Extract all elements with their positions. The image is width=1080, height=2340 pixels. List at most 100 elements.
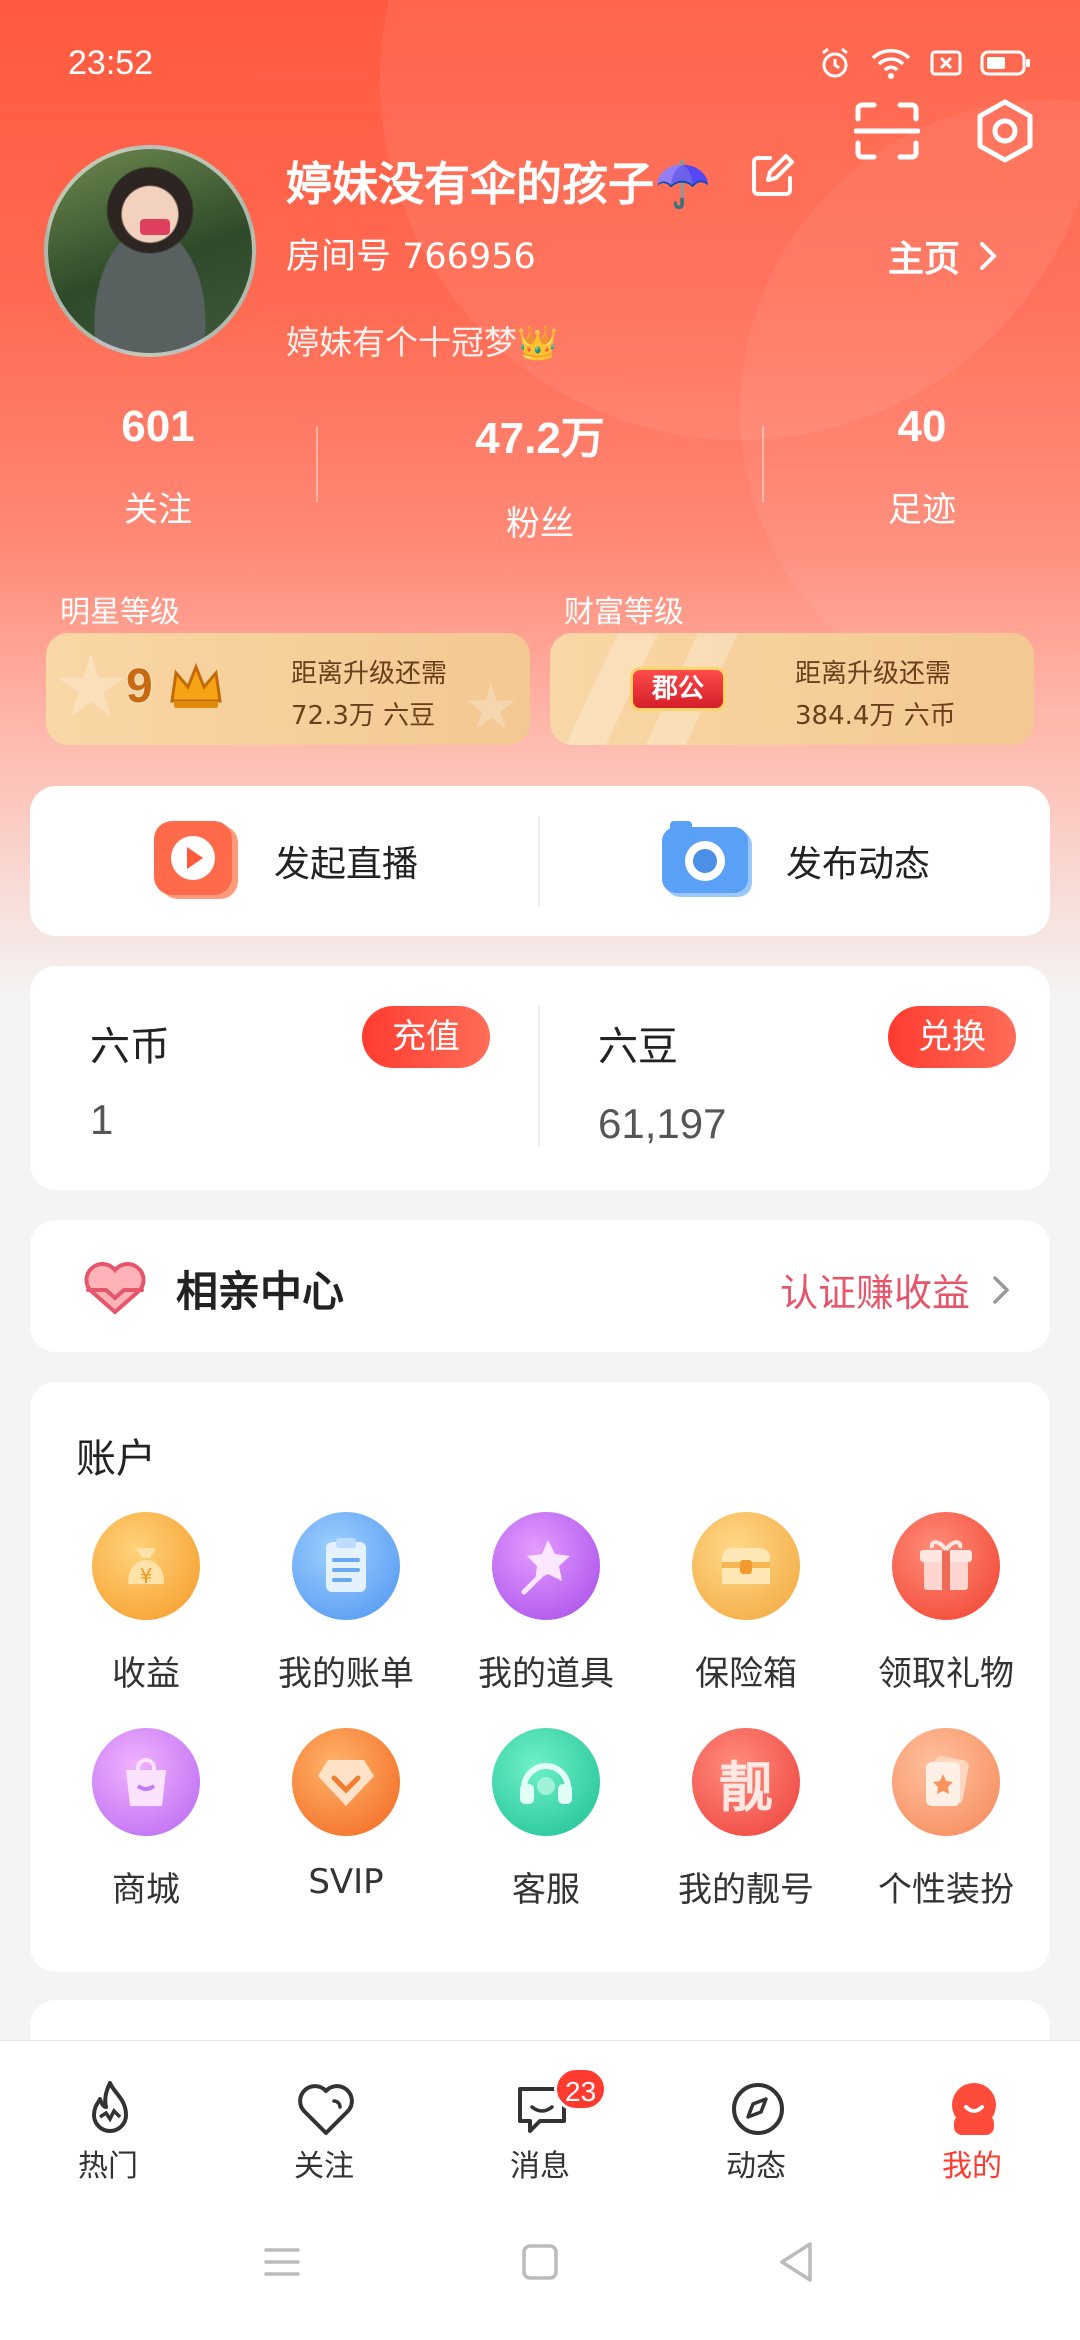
- home-button-icon[interactable]: [510, 2232, 570, 2292]
- sim-icon: [930, 48, 962, 78]
- bottom-tab-bar: 热门 关注 23 消息 动态 我的: [0, 2040, 1080, 2184]
- stat-label: 粉丝: [506, 504, 574, 544]
- profile-stats: 601 关注 47.2万 粉丝 40 足迹: [0, 402, 1080, 545]
- tab-label: 动态: [726, 2149, 786, 2184]
- bill-item[interactable]: 我的账单: [246, 1512, 446, 1712]
- wallet-card: 六币 1 充值 六豆 61,197 兑换: [30, 966, 1050, 1190]
- props-label: 我的道具: [478, 1654, 614, 1694]
- tab-messages[interactable]: 23 消息: [432, 2041, 648, 2184]
- stat-label: 足迹: [888, 490, 956, 530]
- back-button-icon[interactable]: [768, 2232, 828, 2292]
- dating-center-title: 相亲中心: [176, 1267, 345, 1316]
- wealth-level-remaining: 384.4万 六币: [795, 701, 956, 731]
- star-level-label: 明星等级: [60, 595, 180, 630]
- gift-icon: [892, 1512, 1000, 1620]
- system-navigation-bar: [0, 2180, 1080, 2340]
- heart-handshake-icon: [84, 1262, 146, 1315]
- dress-up-icon: [892, 1728, 1000, 1836]
- beans-name: 六豆: [598, 1024, 678, 1070]
- earnings-icon: ¥: [92, 1512, 200, 1620]
- svip-icon: [292, 1728, 400, 1836]
- star-level-remaining: 72.3万 六豆: [291, 701, 436, 731]
- safe-box-label: 保险箱: [695, 1654, 797, 1694]
- compass-icon: [732, 2083, 784, 2135]
- dating-center-action: 认证赚收益: [779, 1271, 970, 1315]
- customer-service-icon: [492, 1728, 600, 1836]
- camera-icon: [661, 821, 752, 897]
- post-moment-label: 发布动态: [785, 844, 930, 885]
- coins-name: 六币: [90, 1024, 170, 1070]
- props-icon: [492, 1512, 600, 1620]
- stat-fans[interactable]: 47.2万 粉丝: [390, 402, 690, 545]
- scan-icon[interactable]: [852, 96, 922, 166]
- stat-value: 601: [121, 402, 195, 451]
- star-level-card[interactable]: 9 距离升级还需 72.3万 六豆: [46, 633, 530, 745]
- bill-icon: [292, 1512, 400, 1620]
- homepage-link[interactable]: 主页: [888, 230, 998, 282]
- homepage-label: 主页: [887, 239, 960, 280]
- vanity-number-item[interactable]: 靓 我的靓号: [646, 1728, 846, 1928]
- wealth-level-badge: 郡公: [630, 667, 726, 711]
- svip-item[interactable]: SVIP: [246, 1728, 446, 1928]
- dress-up-item[interactable]: 个性装扮: [846, 1728, 1046, 1928]
- recents-button-icon[interactable]: [252, 2232, 312, 2292]
- post-moment-button[interactable]: 发布动态: [540, 786, 1050, 936]
- gift-item[interactable]: 领取礼物: [846, 1512, 1046, 1712]
- follow-heart-icon: [298, 2084, 354, 2135]
- hot-icon: [92, 2081, 128, 2133]
- room-number: 房间号 766956: [286, 237, 536, 277]
- live-icon: [153, 821, 238, 899]
- signature: 婷妹有个十冠梦👑: [286, 323, 559, 362]
- svip-label: SVIP: [308, 1862, 384, 1902]
- dress-up-label: 个性装扮: [878, 1870, 1014, 1910]
- crown-icon: [170, 662, 222, 708]
- exchange-button[interactable]: 兑换: [888, 1006, 1016, 1068]
- wealth-level-card[interactable]: 郡公 距离升级还需 384.4万 六币: [550, 633, 1034, 745]
- stat-label: 关注: [124, 490, 192, 530]
- avatar[interactable]: [44, 145, 256, 357]
- message-badge: 23: [554, 2067, 608, 2111]
- stat-following[interactable]: 601 关注: [8, 402, 308, 531]
- recharge-button[interactable]: 充值: [362, 1006, 490, 1068]
- chevron-right-icon: [980, 242, 997, 270]
- wealth-level-hint: 距离升级还需: [795, 659, 952, 689]
- stat-footprints[interactable]: 40 足迹: [772, 402, 1072, 531]
- coins-section[interactable]: 六币 1 充值: [30, 966, 540, 1190]
- earnings-item[interactable]: ¥ 收益: [46, 1512, 246, 1712]
- start-live-label: 发起直播: [273, 844, 418, 885]
- props-item[interactable]: 我的道具: [446, 1512, 646, 1712]
- nickname: 婷妹没有伞的孩子☂️: [286, 157, 712, 211]
- status-time: 23:52: [68, 44, 154, 82]
- tab-label: 消息: [510, 2149, 570, 2184]
- tab-hot[interactable]: 热门: [0, 2041, 216, 2184]
- stat-value: 47.2万: [475, 414, 605, 463]
- quick-actions-card: 发起直播 发布动态: [30, 786, 1050, 936]
- earnings-label: 收益: [112, 1654, 180, 1694]
- safe-box-item[interactable]: 保险箱: [646, 1512, 846, 1712]
- wifi-icon: [870, 46, 912, 80]
- wealth-level-label: 财富等级: [564, 595, 684, 630]
- star-level-value: 9: [126, 660, 153, 713]
- battery-icon: [980, 48, 1032, 78]
- settings-icon[interactable]: [970, 96, 1040, 166]
- customer-service-item[interactable]: 客服: [446, 1728, 646, 1928]
- alarm-icon: [818, 46, 852, 80]
- coins-value: 1: [90, 1096, 114, 1143]
- start-live-button[interactable]: 发起直播: [30, 786, 540, 936]
- edit-profile-icon[interactable]: [748, 152, 796, 200]
- tab-label: 热门: [78, 2149, 138, 2184]
- shop-icon: [92, 1728, 200, 1836]
- chevron-right-icon: [993, 1275, 1010, 1304]
- dating-center-row[interactable]: 相亲中心 认证赚收益: [30, 1220, 1050, 1352]
- tab-me[interactable]: 我的: [864, 2041, 1080, 2184]
- me-icon: [952, 2083, 996, 2135]
- beans-value: 61,197: [598, 1100, 727, 1147]
- customer-service-label: 客服: [512, 1870, 580, 1910]
- tab-moments[interactable]: 动态: [648, 2041, 864, 2184]
- account-card: 账户 ¥ 收益 我的账单 我的道具 保险箱 领取礼物 商城 SVIP 客服 靓 …: [30, 1382, 1050, 1972]
- tab-follow[interactable]: 关注: [216, 2041, 432, 2184]
- vanity-number-label: 我的靓号: [678, 1870, 814, 1910]
- beans-section[interactable]: 六豆 61,197 兑换: [540, 966, 1050, 1190]
- shop-item[interactable]: 商城: [46, 1728, 246, 1928]
- shop-label: 商城: [112, 1870, 180, 1910]
